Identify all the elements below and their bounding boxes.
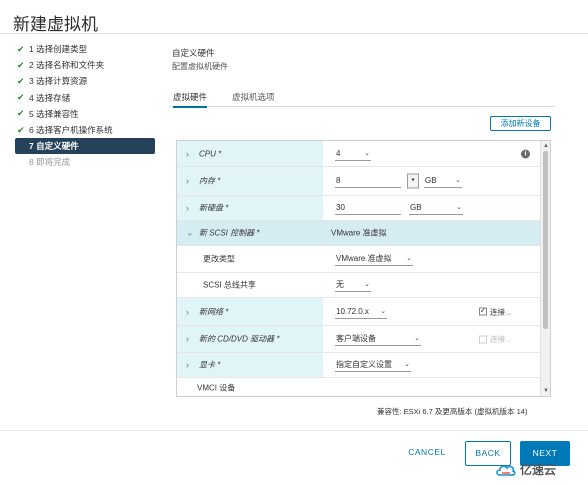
row-vmci: VMCI 设备 (177, 378, 541, 396)
check-icon: ✔ (17, 59, 25, 70)
network-select[interactable]: 10.72.0.x ⌄ (335, 305, 387, 319)
check-icon: ✔ (17, 43, 25, 54)
chevron-down-icon: ⌄ (456, 204, 462, 211)
cdrom-label: 新的 CD/DVD 驱动器 * (199, 334, 280, 344)
disk-label: 新硬盘 * (199, 203, 229, 213)
cpu-select[interactable]: 4 ⌄ (335, 147, 371, 161)
step-6[interactable]: ✔ 6 选择客户机操作系统 (17, 122, 159, 138)
row-video-card: › 显卡 * 指定自定义设置 ⌄ (177, 353, 541, 378)
check-icon: ✔ (17, 92, 25, 103)
add-new-device-button[interactable]: 添加新设备 (490, 116, 551, 131)
chevron-right-icon[interactable]: › (186, 149, 189, 159)
scsi-value: VMware 准虚拟 (331, 228, 387, 238)
chevron-right-icon[interactable]: › (186, 360, 189, 370)
change-type-label: 更改类型 (203, 254, 235, 264)
cloud-logo-icon (496, 464, 516, 476)
cdrom-select[interactable]: 客户端设备 ⌄ (335, 332, 421, 346)
chevron-down-icon: ⌄ (406, 255, 412, 262)
row-change-type: 更改类型 VMware 准虚拟 ⌄ (177, 246, 541, 273)
bus-sharing-select[interactable]: 无 ⌄ (335, 278, 371, 292)
scrollbar-thumb[interactable] (543, 151, 548, 329)
wizard-title: 新建虚拟机 (13, 15, 98, 34)
section-subtitle: 配置虚拟机硬件 (172, 62, 228, 71)
tab-bar: 虚拟硬件 虚拟机选项 (170, 91, 555, 108)
wizard-steps: ✔ 1 选择创建类型 ✔ 2 选择名称和文件夹 ✔ 3 选择计算资源 ✔ 4 选择存储 … (15, 41, 159, 171)
step-label: 8 即将完成 (29, 157, 71, 168)
check-icon: ✔ (17, 108, 25, 119)
check-icon: ✔ (17, 124, 25, 135)
step-5[interactable]: ✔ 5 选择兼容性 (17, 106, 159, 122)
disk-unit-select[interactable]: GB ⌄ (409, 201, 463, 215)
chevron-down-icon: ⌄ (380, 307, 386, 315)
row-memory: › 内存 * 8 ▾ GB ⌄ (177, 167, 541, 196)
cancel-button[interactable]: CANCEL (403, 447, 451, 461)
video-select[interactable]: 指定自定义设置 ⌄ (335, 358, 411, 372)
chevron-down-icon: ⌄ (364, 149, 370, 157)
network-label: 新网络 * (199, 307, 229, 316)
row-new-disk: › 新硬盘 * 30 GB ⌄ (177, 196, 541, 221)
row-cpu: › CPU * 4 ⌄ i (177, 141, 541, 167)
step-3[interactable]: ✔ 3 选择计算资源 (17, 73, 159, 89)
step-label: 4 选择存储 (29, 92, 71, 103)
row-scsi-controller: ⌄ 新 SCSI 控制器 * VMware 准虚拟 (177, 221, 541, 246)
chevron-right-icon[interactable]: › (186, 307, 189, 317)
scroll-up-icon[interactable]: ▲ (543, 143, 549, 149)
memory-stepper[interactable]: ▾ (407, 173, 419, 189)
table-scrollbar[interactable]: ▲ ▼ (540, 141, 550, 396)
video-label: 显卡 * (199, 360, 221, 370)
scroll-down-icon[interactable]: ▼ (543, 388, 549, 394)
chevron-down-icon: ⌄ (364, 281, 370, 288)
chevron-down-icon[interactable]: ⌄ (186, 228, 194, 239)
chevron-right-icon[interactable]: › (186, 176, 189, 186)
step-2[interactable]: ✔ 2 选择名称和文件夹 (17, 57, 159, 73)
step-label: 6 选择客户机操作系统 (29, 125, 113, 136)
memory-input[interactable]: 8 (335, 174, 401, 188)
scsi-type-select[interactable]: VMware 准虚拟 ⌄ (335, 252, 413, 266)
row-bus-sharing: SCSI 总线共享 无 ⌄ (177, 273, 541, 298)
bus-sharing-label: SCSI 总线共享 (203, 280, 256, 290)
watermark-text: 亿速云 (520, 463, 557, 477)
memory-label: 内存 * (199, 176, 221, 186)
chevron-down-icon: ⌄ (455, 177, 461, 184)
step-label: 5 选择兼容性 (29, 108, 79, 119)
watermark: 亿速云 (495, 461, 556, 478)
chevron-right-icon[interactable]: › (186, 203, 189, 213)
scsi-label: 新 SCSI 控制器 * (199, 228, 260, 238)
cdrom-connect-checkbox: 连接... (479, 334, 511, 345)
checkbox-empty-icon (479, 335, 487, 343)
step-label: 3 选择计算资源 (29, 76, 88, 87)
disk-size-input[interactable]: 30 (335, 201, 401, 215)
section-title: 自定义硬件 (172, 48, 215, 58)
chevron-down-icon: ⌄ (414, 335, 420, 342)
row-cd-dvd: › 新的 CD/DVD 驱动器 * 客户端设备 ⌄ 连接... (177, 326, 541, 353)
check-icon: ✔ (17, 75, 25, 86)
vmci-label: VMCI 设备 (197, 383, 236, 393)
chevron-down-icon: ⌄ (404, 361, 410, 368)
footer-divider (0, 430, 588, 431)
step-8: 8 即将完成 (17, 154, 159, 170)
step-7-active[interactable]: 7 自定义硬件 (15, 138, 155, 155)
info-icon[interactable]: i (521, 149, 530, 158)
cpu-label: CPU * (199, 149, 222, 158)
memory-unit-select[interactable]: GB ⌄ (424, 174, 462, 188)
title-divider (0, 33, 588, 34)
hardware-table: › CPU * 4 ⌄ i › 内存 * 8 ▾ GB ⌄ › 新硬盘 * 30 G… (176, 140, 551, 397)
checkbox-checked-icon: ✓ (479, 307, 487, 316)
step-label: 1 选择创建类型 (29, 44, 88, 55)
step-1[interactable]: ✔ 1 选择创建类型 (17, 41, 159, 57)
compatibility-text: 兼容性: ESXi 6.7 及更高版本 (虚拟机版本 14) (377, 407, 528, 416)
row-network: › 新网络 * 10.72.0.x ⌄ ✓ 连接... (177, 298, 541, 326)
network-connect-checkbox[interactable]: ✓ 连接... (479, 306, 511, 317)
tab-vm-options[interactable]: 虚拟机选项 (232, 91, 275, 103)
chevron-right-icon[interactable]: › (186, 334, 189, 344)
tab-virtual-hardware[interactable]: 虚拟硬件 (173, 91, 208, 108)
step-4[interactable]: ✔ 4 选择存储 (17, 90, 159, 106)
step-label: 2 选择名称和文件夹 (29, 60, 105, 71)
step-label: 7 自定义硬件 (29, 141, 79, 152)
